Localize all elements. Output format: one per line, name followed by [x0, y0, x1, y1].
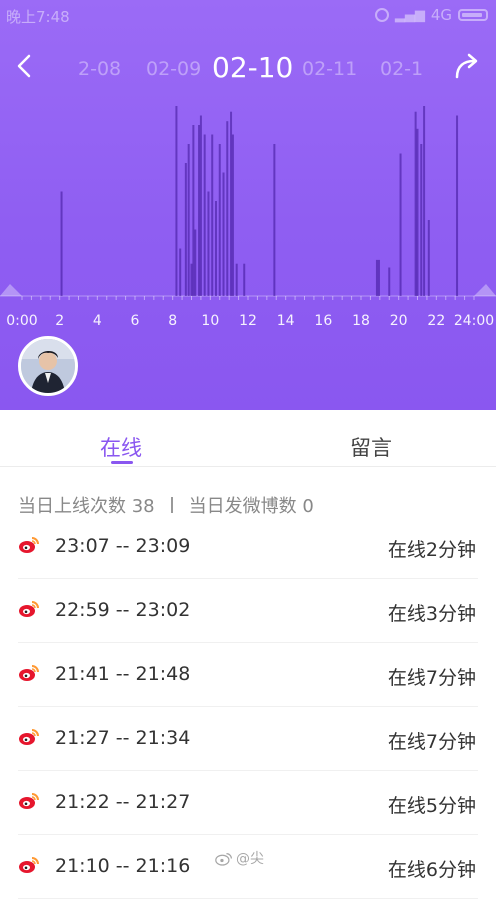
chart-bar	[218, 144, 221, 296]
date-item-next[interactable]: 02-11	[302, 58, 357, 80]
chart-tick-label: 20	[390, 313, 408, 329]
chart-bar	[423, 106, 426, 296]
session-time-range: 23:07 -- 23:09	[55, 535, 191, 557]
tab-messages[interactable]: 留言	[350, 432, 392, 462]
chart-tick-label: 14	[277, 313, 295, 329]
watermark-text: @尖	[236, 851, 264, 867]
watermark: @尖	[215, 848, 264, 868]
session-duration: 在线6分钟	[387, 859, 476, 881]
chart-bar	[60, 191, 63, 296]
date-item-prev2[interactable]: 2-08	[78, 58, 121, 80]
tab-online[interactable]: 在线	[100, 432, 142, 462]
chart-bar	[179, 248, 182, 296]
session-duration: 在线2分钟	[387, 539, 476, 561]
status-time: 晚上7:48	[6, 8, 70, 26]
weibo-icon	[19, 601, 39, 617]
chart-start-marker	[0, 284, 22, 296]
session-list: 23:07 -- 23:09 在线2分钟 22:59 -- 23:02 在线3分…	[18, 515, 478, 899]
date-nav: 2-08 02-09 02-10 02-11 02-1	[0, 40, 496, 96]
chart-tick-label: 6	[131, 313, 140, 329]
chart-bar	[235, 263, 238, 296]
chart-bar	[273, 144, 276, 296]
chart-tick-label: 8	[168, 313, 177, 329]
session-time-range: 21:22 -- 21:27	[55, 791, 191, 813]
share-icon[interactable]	[452, 52, 484, 82]
chart-bar	[198, 125, 201, 296]
weibo-icon	[19, 729, 39, 745]
session-duration: 在线3分钟	[387, 603, 476, 625]
chart-bar	[199, 115, 202, 296]
tab-bar: 在线 留言	[0, 410, 496, 467]
weibo-watermark-icon	[215, 852, 232, 866]
chart-bar	[211, 134, 214, 296]
date-item-current[interactable]: 02-10	[212, 51, 293, 84]
session-time-range: 21:10 -- 21:16	[55, 855, 191, 877]
chart-tick-label: 0:00	[6, 313, 37, 329]
session-duration: 在线7分钟	[387, 667, 476, 689]
list-item[interactable]: 21:22 -- 21:27 在线5分钟	[18, 771, 478, 835]
chart-tick-label: 12	[239, 313, 257, 329]
chart-bar	[414, 111, 417, 296]
list-item[interactable]: 23:07 -- 23:09 在线2分钟	[18, 515, 478, 579]
tab-indicator	[111, 461, 133, 464]
chart-bar	[456, 115, 459, 296]
status-icons: ▂▄▆ 4G	[374, 6, 488, 24]
chart-bar	[207, 191, 210, 296]
chart-bar	[194, 229, 197, 296]
date-item-next2[interactable]: 02-1	[380, 58, 423, 80]
avatar-image	[21, 339, 75, 393]
chart-bar	[222, 172, 225, 296]
avatar[interactable]	[18, 336, 78, 396]
signal-icon: ▂▄▆	[394, 7, 425, 23]
list-item[interactable]: 22:59 -- 23:02 在线3分钟	[18, 579, 478, 643]
session-time-range: 21:27 -- 21:34	[55, 727, 191, 749]
battery-icon	[458, 9, 488, 21]
summary-divider	[170, 497, 173, 513]
chart-bar	[231, 134, 234, 296]
list-item[interactable]: 21:27 -- 21:34 在线7分钟	[18, 707, 478, 771]
session-duration: 在线5分钟	[387, 795, 476, 817]
online-activity-chart: 0:00 2 4 6 8 10 12 14 16 18 20 22 24:00	[0, 106, 496, 329]
session-time-range: 21:41 -- 21:48	[55, 663, 191, 685]
chart-tick-label: 10	[201, 313, 219, 329]
session-duration: 在线7分钟	[387, 731, 476, 753]
chart-bar	[416, 128, 419, 296]
chart-bar	[230, 111, 233, 296]
weibo-icon	[19, 537, 39, 553]
chart-tick-label: 2	[55, 313, 64, 329]
chart-bar	[190, 263, 193, 296]
chart-bar	[175, 106, 178, 296]
back-arrow-icon[interactable]	[12, 52, 40, 80]
header: 晚上7:48 ▂▄▆ 4G 2-08 02-09 02-10 02-11 02-…	[0, 0, 496, 410]
chart-bar	[214, 201, 217, 296]
chart-bar	[184, 163, 187, 296]
weibo-icon	[19, 857, 39, 873]
chart-bar	[388, 267, 391, 296]
weibo-icon	[19, 793, 39, 809]
chart-bar	[427, 220, 430, 296]
date-item-prev[interactable]: 02-09	[146, 58, 201, 80]
weibo-icon	[19, 665, 39, 681]
chart-tick-label: 4	[93, 313, 102, 329]
chart-tick-label: 16	[314, 313, 332, 329]
alarm-icon	[374, 8, 389, 22]
chart-tick-label: 22	[427, 313, 445, 329]
chart-bar	[375, 259, 380, 296]
chart-bar	[399, 153, 402, 296]
chart-tick-label: 24:00	[454, 313, 494, 329]
chart-tick-label: 18	[352, 313, 370, 329]
session-time-range: 22:59 -- 23:02	[55, 599, 191, 621]
network-type: 4G	[430, 6, 452, 24]
list-item[interactable]: 21:41 -- 21:48 在线7分钟	[18, 643, 478, 707]
chart-end-marker	[474, 284, 496, 296]
chart-bar	[203, 134, 206, 296]
chart-bar	[192, 125, 195, 296]
status-bar: 晚上7:48 ▂▄▆ 4G	[0, 0, 496, 32]
chart-bar	[420, 144, 423, 296]
chart-bar	[226, 121, 229, 296]
chart-bar	[243, 263, 246, 296]
chart-bar	[187, 144, 190, 296]
